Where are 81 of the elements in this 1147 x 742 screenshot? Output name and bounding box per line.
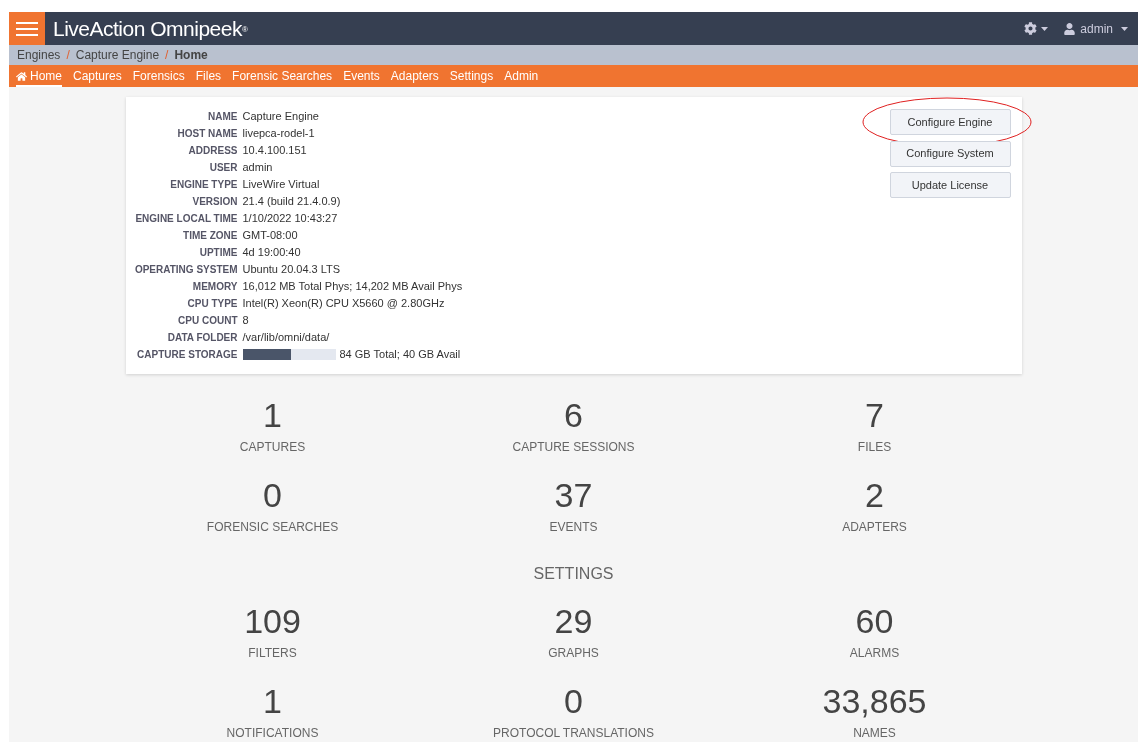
stat-value: 0 — [263, 476, 282, 514]
stat-value: 60 — [855, 602, 894, 640]
stat-label: GRAPHS — [548, 645, 599, 662]
breadcrumb-separator: / — [66, 47, 70, 64]
info-value: 21.4 (build 21.4.0.9) — [242, 194, 342, 209]
stat-label: FORENSIC SEARCHES — [206, 519, 339, 536]
info-value: 16,012 MB Total Phys; 14,202 MB Avail Phys — [242, 279, 463, 294]
stat-label: NOTIFICATIONS — [226, 725, 319, 742]
user-menu-button[interactable]: admin — [1064, 19, 1128, 38]
settings-menu-button[interactable] — [1024, 22, 1049, 35]
stat-value: 1 — [263, 396, 282, 434]
nav-tab[interactable]: Settings — [449, 65, 494, 87]
nav-tab[interactable]: Forensic Searches — [232, 65, 333, 87]
info-label: UPTIME — [198, 246, 238, 260]
info-value: /var/lib/omni/data/ — [242, 330, 331, 345]
caret-icon — [1041, 26, 1049, 31]
info-label: USER — [208, 161, 238, 175]
info-label: VERSION — [191, 195, 238, 209]
info-value: Intel(R) Xeon(R) CPU X5660 @ 2.80GHz — [242, 296, 446, 311]
info-label: CAPTURE STORAGE — [136, 348, 238, 362]
action-button[interactable]: Update License — [889, 171, 1011, 198]
breadcrumb-link[interactable]: Capture Engine — [75, 46, 160, 64]
info-label: CPU TYPE — [186, 297, 238, 311]
info-label: ENGINE TYPE — [169, 178, 238, 192]
stat-label: FILES — [857, 439, 892, 456]
info-value: Ubuntu 20.04.3 LTS — [242, 262, 342, 277]
info-value: admin — [242, 160, 274, 175]
info-value: 10.4.100.151 — [242, 143, 308, 158]
nav-tab[interactable]: Captures — [73, 65, 122, 87]
breadcrumb-link[interactable]: Engines — [17, 46, 61, 64]
info-label: HOST NAME — [176, 127, 238, 141]
breadcrumb-separator: / — [165, 47, 169, 64]
action-button[interactable]: Configure Engine — [889, 109, 1011, 136]
nav-tab[interactable]: Forensics — [132, 65, 185, 87]
nav-tab[interactable]: Adapters — [390, 65, 439, 87]
stat-label: ALARMS — [849, 645, 900, 662]
stat-label: FILTERS — [248, 645, 297, 662]
breadcrumb-link[interactable]: Home — [174, 46, 208, 64]
info-value: 84 GB Total; 40 GB Avail — [339, 347, 461, 362]
stat-label: CAPTURES — [239, 439, 306, 456]
action-button[interactable]: Configure System — [889, 140, 1011, 167]
info-value: GMT-08:00 — [242, 228, 299, 243]
info-value: livepca-rodel-1 — [242, 126, 316, 141]
stat-label: ADAPTERS — [842, 519, 907, 536]
nav-tab[interactable]: Home — [16, 65, 62, 87]
stat-label: EVENTS — [549, 519, 598, 536]
menu-button[interactable] — [9, 12, 45, 45]
info-value: LiveWire Virtual — [242, 177, 321, 192]
info-label: ENGINE LOCAL TIME — [134, 212, 238, 226]
nav-tab[interactable]: Events — [343, 65, 380, 87]
stat-label: NAMES — [853, 725, 896, 742]
stat-value: 29 — [554, 602, 593, 640]
caret-icon — [1121, 26, 1128, 31]
app-logo: LiveAction Omnipeek$^{®}$ — [53, 15, 248, 42]
info-label: DATA FOLDER — [166, 331, 238, 345]
info-label: MEMORY — [191, 280, 238, 294]
stat-value: 0 — [564, 682, 583, 720]
info-label: ADDRESS — [187, 144, 238, 158]
nav-tab[interactable]: Files — [195, 65, 222, 87]
info-value: Capture Engine — [242, 109, 320, 124]
info-value: 4d 19:00:40 — [242, 245, 302, 260]
home-icon — [16, 70, 27, 82]
info-label: NAME — [207, 110, 238, 124]
stat-label: CAPTURE SESSIONS — [512, 439, 635, 456]
info-value: 1/10/2022 10:43:27 — [242, 211, 339, 226]
user-icon — [1064, 22, 1076, 35]
stat-value: 7 — [865, 396, 884, 434]
info-value: 8 — [242, 313, 250, 328]
section-title: SETTINGS — [533, 564, 614, 584]
nav-tab[interactable]: Admin — [504, 65, 539, 87]
info-label: CPU COUNT — [177, 314, 238, 328]
stat-value: 109 — [244, 602, 301, 640]
stat-value: 1 — [263, 682, 282, 720]
stat-value: 6 — [564, 396, 583, 434]
stat-value: 2 — [865, 476, 884, 514]
info-label: TIME ZONE — [182, 229, 238, 243]
settings-icon — [1024, 22, 1038, 35]
info-label: OPERATING SYSTEM — [133, 263, 238, 277]
stat-value: 37 — [554, 476, 593, 514]
stat-label: PROTOCOL TRANSLATIONS — [493, 725, 654, 742]
stat-value: 33,865 — [822, 682, 927, 720]
